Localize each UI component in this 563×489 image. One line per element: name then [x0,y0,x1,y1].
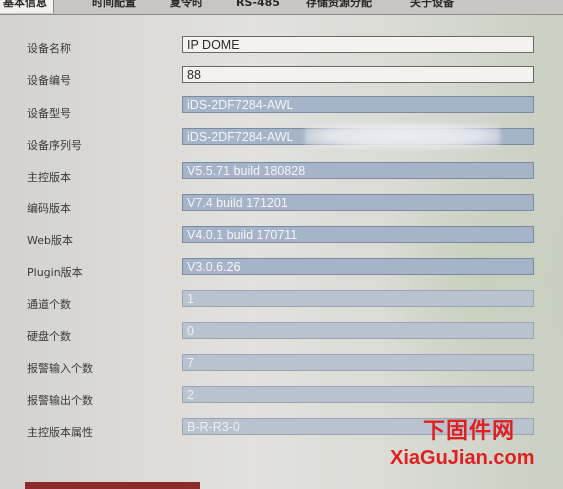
plugin-version-field: V3.0.6.26 [182,258,534,275]
label-main-version-attribute: 主控版本属性 [27,426,93,439]
alarm-output-count-field: 2 [182,386,534,403]
label-serial-number: 设备序列号 [27,139,82,152]
label-web-version: Web版本 [27,234,73,247]
label-device-name: 设备名称 [27,42,71,55]
save-button-edge[interactable] [25,482,200,489]
tab-dst[interactable]: 夏令时 [170,0,203,13]
label-plugin-version: Plugin版本 [27,266,83,279]
tab-rs485[interactable]: RS-485 [236,0,280,13]
tab-bar: 基本信息 时间配置 夏令时 RS-485 存储资源分配 关于设备 [0,0,563,15]
main-version-field: V5.5.71 build 180828 [182,162,534,179]
label-device-number: 设备编号 [27,74,71,87]
label-alarm-input-count: 报警输入个数 [27,362,93,375]
tab-basic-info[interactable]: 基本信息 [0,0,54,13]
encoding-version-field: V7.4 build 171201 [182,194,534,211]
channel-count-field: 1 [182,290,534,307]
device-model-field: iDS-2DF7284-AWL [182,96,534,113]
tab-time-settings[interactable]: 时间配置 [92,0,136,13]
web-version-field: V4.0.1 build 170711 [182,226,534,243]
main-version-attribute-field: B-R-R3-0 [182,418,534,435]
label-main-version: 主控版本 [27,171,71,184]
device-number-input[interactable]: 88 [182,66,534,83]
label-encoding-version: 编码版本 [27,202,71,215]
disk-count-field: 0 [182,322,534,339]
label-disk-count: 硬盘个数 [27,330,71,343]
alarm-input-count-field: 7 [182,354,534,371]
tab-about-device[interactable]: 关于设备 [410,0,454,13]
label-device-model: 设备型号 [27,107,71,120]
serial-redaction-blur [305,123,500,149]
device-name-input[interactable]: IP DOME [182,36,534,53]
tab-storage-allocation[interactable]: 存储资源分配 [306,0,372,13]
label-alarm-output-count: 报警输出个数 [27,394,93,407]
label-channel-count: 通道个数 [27,298,71,311]
